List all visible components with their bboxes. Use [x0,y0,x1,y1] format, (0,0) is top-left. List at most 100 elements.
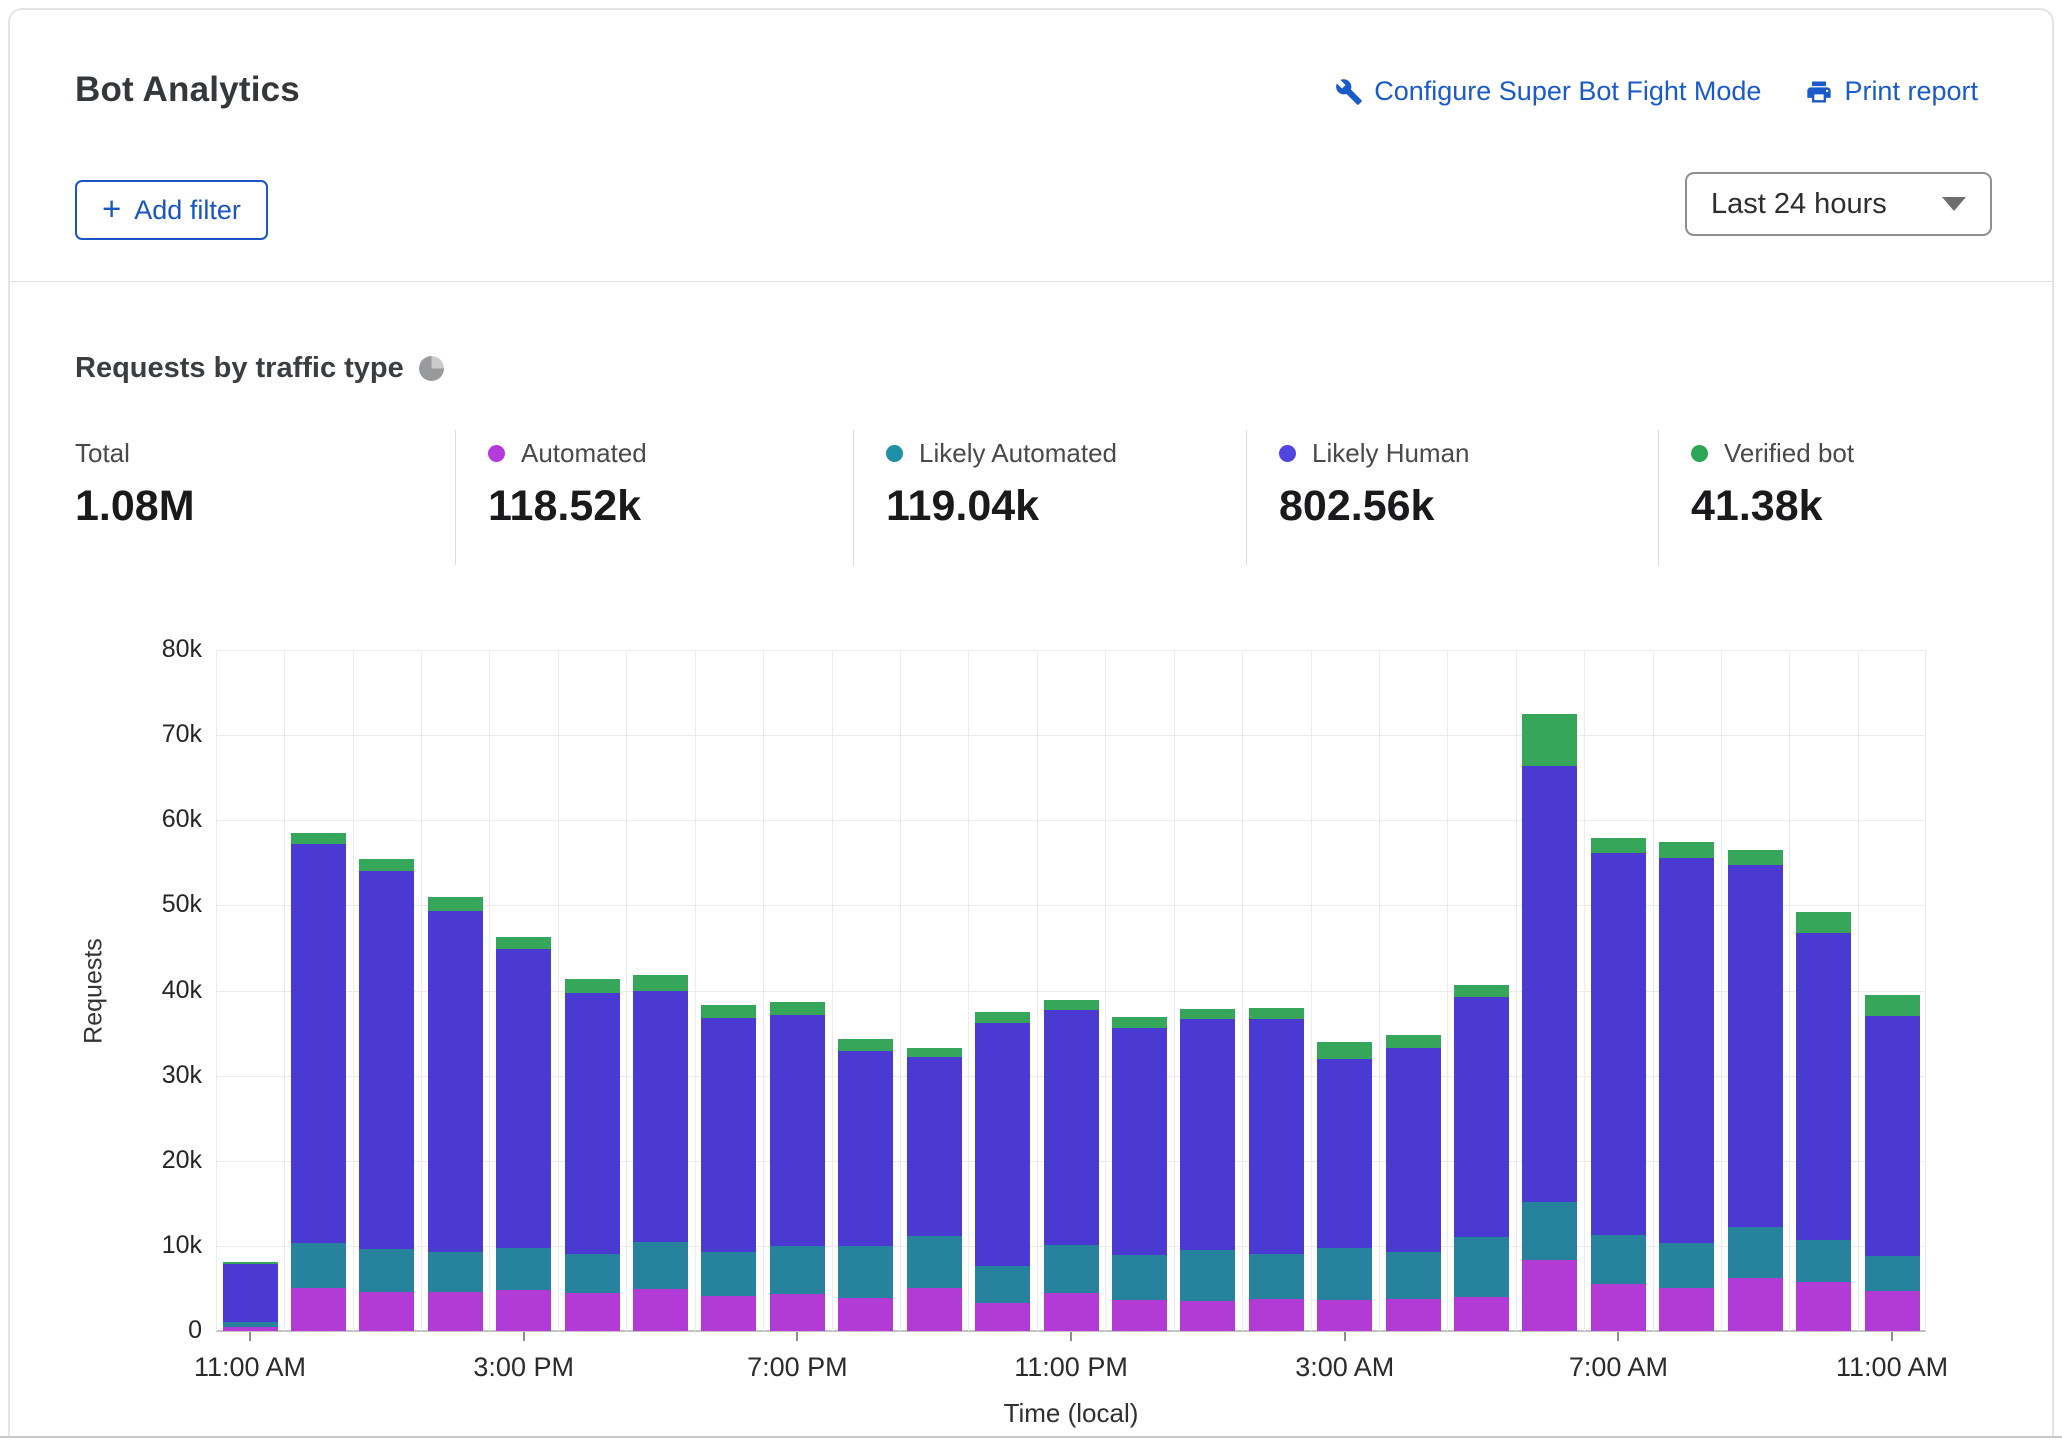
y-tick-label: 0 [90,1316,202,1345]
configure-link-label: Configure Super Bot Fight Mode [1374,76,1761,107]
bar-6-00-am-19[interactable] [1522,714,1577,1331]
bar-segment-likely-human [1044,1010,1099,1245]
v-gridline [284,650,285,1331]
configure-super-bot-fight-mode-link[interactable]: Configure Super Bot Fight Mode [1335,76,1761,107]
section-bottom-divider [0,1436,2062,1438]
v-gridline [558,650,559,1331]
bar-segment-automated [701,1296,756,1331]
bar-segment-likely-human [1728,865,1783,1228]
bar-segment-likely-automated [1522,1202,1577,1259]
bar-segment-verified-bot [1454,985,1509,998]
bar-segment-verified-bot [907,1048,962,1057]
bar-segment-likely-automated [770,1246,825,1295]
time-range-select[interactable]: Last 24 hours [1685,172,1992,236]
bar-segment-automated [633,1289,688,1331]
bar-8-00-pm-9[interactable] [838,1039,893,1331]
v-gridline [1037,650,1038,1331]
y-tick-label: 70k [90,720,202,749]
h-gridline [216,735,1927,736]
bar-segment-automated [223,1327,278,1331]
y-tick-label: 60k [90,805,202,834]
page-title: Bot Analytics [75,70,300,110]
bar-segment-likely-automated [701,1252,756,1296]
v-gridline [1242,650,1243,1331]
bar-1-00-pm-2[interactable] [359,859,414,1331]
print-report-link[interactable]: Print report [1805,76,1978,107]
v-gridline [1174,650,1175,1331]
bar-11-00-am-24[interactable] [1865,995,1920,1331]
bar-2-00-am-15[interactable] [1249,1008,1304,1331]
stat-label: Automated [521,438,647,469]
bar-segment-likely-human [565,993,620,1253]
bar-9-00-pm-10[interactable] [907,1048,962,1331]
pie-chart-icon [419,356,444,381]
bar-5-00-am-18[interactable] [1454,985,1509,1331]
y-tick-label: 40k [90,976,202,1005]
bar-segment-likely-human [1522,766,1577,1203]
v-gridline [1858,650,1859,1331]
bar-segment-likely-automated [565,1254,620,1293]
bar-10-00-am-23[interactable] [1796,912,1851,1331]
bar-segment-likely-human [1659,858,1714,1244]
x-tick-mark [249,1332,251,1341]
bar-segment-likely-automated [359,1249,414,1292]
bar-segment-automated [907,1288,962,1331]
bar-12-00-am-13[interactable] [1112,1017,1167,1331]
bar-5-00-pm-6[interactable] [633,975,688,1331]
v-gridline [1516,650,1517,1331]
bar-segment-automated [1454,1297,1509,1331]
bar-segment-likely-automated [1180,1250,1235,1301]
bar-segment-likely-human [1317,1059,1372,1249]
bar-segment-automated [1180,1301,1235,1331]
bar-segment-likely-automated [1317,1248,1372,1300]
stat-total: Total1.08M [75,430,455,565]
bar-11-00-am-0[interactable] [223,1262,278,1331]
v-gridline [968,650,969,1331]
stat-value: 118.52k [488,482,853,531]
bar-8-00-am-21[interactable] [1659,842,1714,1331]
bar-segment-likely-human [1180,1019,1235,1250]
bar-11-00-pm-12[interactable] [1044,1000,1099,1331]
x-tick-mark [523,1332,525,1341]
bar-3-00-pm-4[interactable] [496,937,551,1331]
printer-icon [1805,78,1833,106]
v-gridline [763,650,764,1331]
bar-2-00-pm-3[interactable] [428,897,483,1331]
bar-3-00-am-16[interactable] [1317,1042,1372,1331]
bar-segment-likely-automated [1386,1252,1441,1299]
bar-4-00-am-17[interactable] [1386,1035,1441,1331]
v-gridline [1311,650,1312,1331]
bar-segment-verified-bot [633,975,688,990]
bar-segment-likely-human [428,911,483,1252]
bar-6-00-pm-7[interactable] [701,1005,756,1331]
x-axis-title: Time (local) [921,1398,1221,1429]
bar-segment-automated [359,1292,414,1331]
bar-segment-automated [565,1293,620,1331]
bar-4-00-pm-5[interactable] [565,979,620,1331]
bar-segment-automated [496,1290,551,1331]
add-filter-button[interactable]: + Add filter [75,180,268,240]
bar-segment-verified-bot [359,859,414,872]
v-gridline [1721,650,1722,1331]
y-tick-label: 20k [90,1146,202,1175]
bar-10-00-pm-11[interactable] [975,1012,1030,1331]
bar-7-00-pm-8[interactable] [770,1002,825,1331]
bar-9-00-am-22[interactable] [1728,850,1783,1331]
stat-automated: Automated 118.52k [455,430,853,565]
bar-segment-likely-human [1796,933,1851,1239]
bar-12-00-pm-1[interactable] [291,833,346,1331]
bar-segment-automated [1386,1299,1441,1331]
bar-segment-likely-automated [223,1322,278,1327]
section-title-label: Requests by traffic type [75,352,404,385]
bar-1-00-am-14[interactable] [1180,1009,1235,1331]
bar-7-00-am-20[interactable] [1591,838,1646,1331]
bar-segment-likely-human [633,991,688,1243]
header-links: Configure Super Bot Fight Mode Print rep… [1335,76,1978,107]
likely-human-legend-dot [1279,445,1296,462]
bar-segment-automated [1796,1282,1851,1331]
v-gridline [1105,650,1106,1331]
requests-stacked-bar-chart [216,650,1927,1331]
stat-likely-automated: Likely Automated119.04k [853,430,1246,565]
bar-segment-verified-bot [496,937,551,949]
x-tick-label: 11:00 AM [1802,1352,1982,1383]
